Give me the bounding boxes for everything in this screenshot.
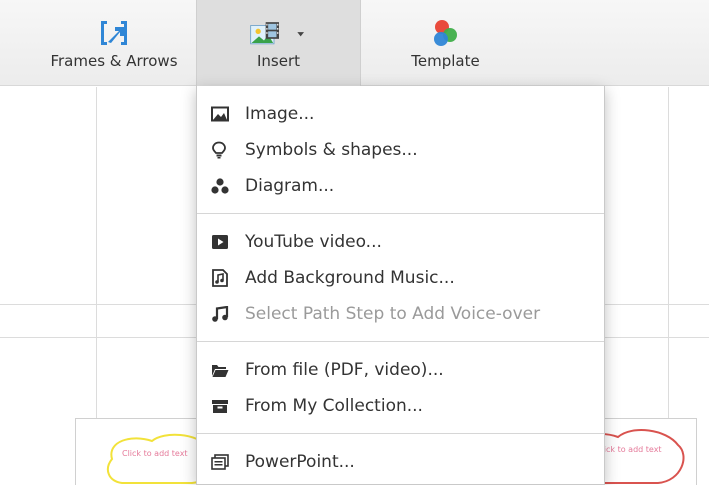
music-note-icon [197,306,245,322]
template-button[interactable]: Template [363,0,528,86]
frames-arrows-label: Frames & Arrows [50,52,178,70]
menu-item-youtube-video[interactable]: YouTube video... [197,224,604,260]
collection-icon [197,398,245,414]
frames-arrows-button[interactable]: Frames & Arrows [30,0,198,86]
frames-arrows-icon [84,16,144,50]
insert-media-icon [249,16,309,50]
menu-item-label: YouTube video... [245,232,382,252]
menu-item-image[interactable]: Image... [197,96,604,132]
toolbar: Frames & Arrows Insert Template [0,0,709,86]
menu-item-my-collection[interactable]: From My Collection... [197,388,604,424]
insert-dropdown-menu: Image... Symbols & shapes... Diagram... [196,86,605,485]
menu-item-label: Add Background Music... [245,268,455,288]
insert-button[interactable]: Insert [196,0,361,86]
menu-item-diagram[interactable]: Diagram... [197,168,604,204]
music-file-icon [197,269,245,287]
menu-item-label: Select Path Step to Add Voice-over [245,304,541,324]
right-bubble-text: Click to add text [596,445,662,454]
menu-item-label: From file (PDF, video)... [245,360,444,380]
template-label: Template [411,52,480,70]
image-icon [197,106,245,122]
menu-item-powerpoint[interactable]: PowerPoint... [197,444,604,480]
menu-separator [197,433,604,434]
lightbulb-icon [197,141,245,159]
left-bubble-text: Click to add text [122,449,188,458]
powerpoint-icon [197,454,245,470]
menu-separator [197,341,604,342]
menu-separator [197,213,604,214]
diagram-icon [197,178,245,194]
menu-item-label: PowerPoint... [245,452,355,472]
insert-label: Insert [256,52,301,70]
menu-item-label: Diagram... [245,176,335,196]
menu-item-label: Image... [245,104,315,124]
menu-item-label: Symbols & shapes... [245,140,418,160]
menu-item-from-file[interactable]: From file (PDF, video)... [197,352,604,388]
menu-item-voice-over: Select Path Step to Add Voice-over [197,296,604,332]
folder-icon [197,362,245,378]
menu-item-symbols-shapes[interactable]: Symbols & shapes... [197,132,604,168]
template-icon [416,16,476,50]
youtube-icon [197,234,245,250]
menu-item-background-music[interactable]: Add Background Music... [197,260,604,296]
menu-item-label: From My Collection... [245,396,423,416]
